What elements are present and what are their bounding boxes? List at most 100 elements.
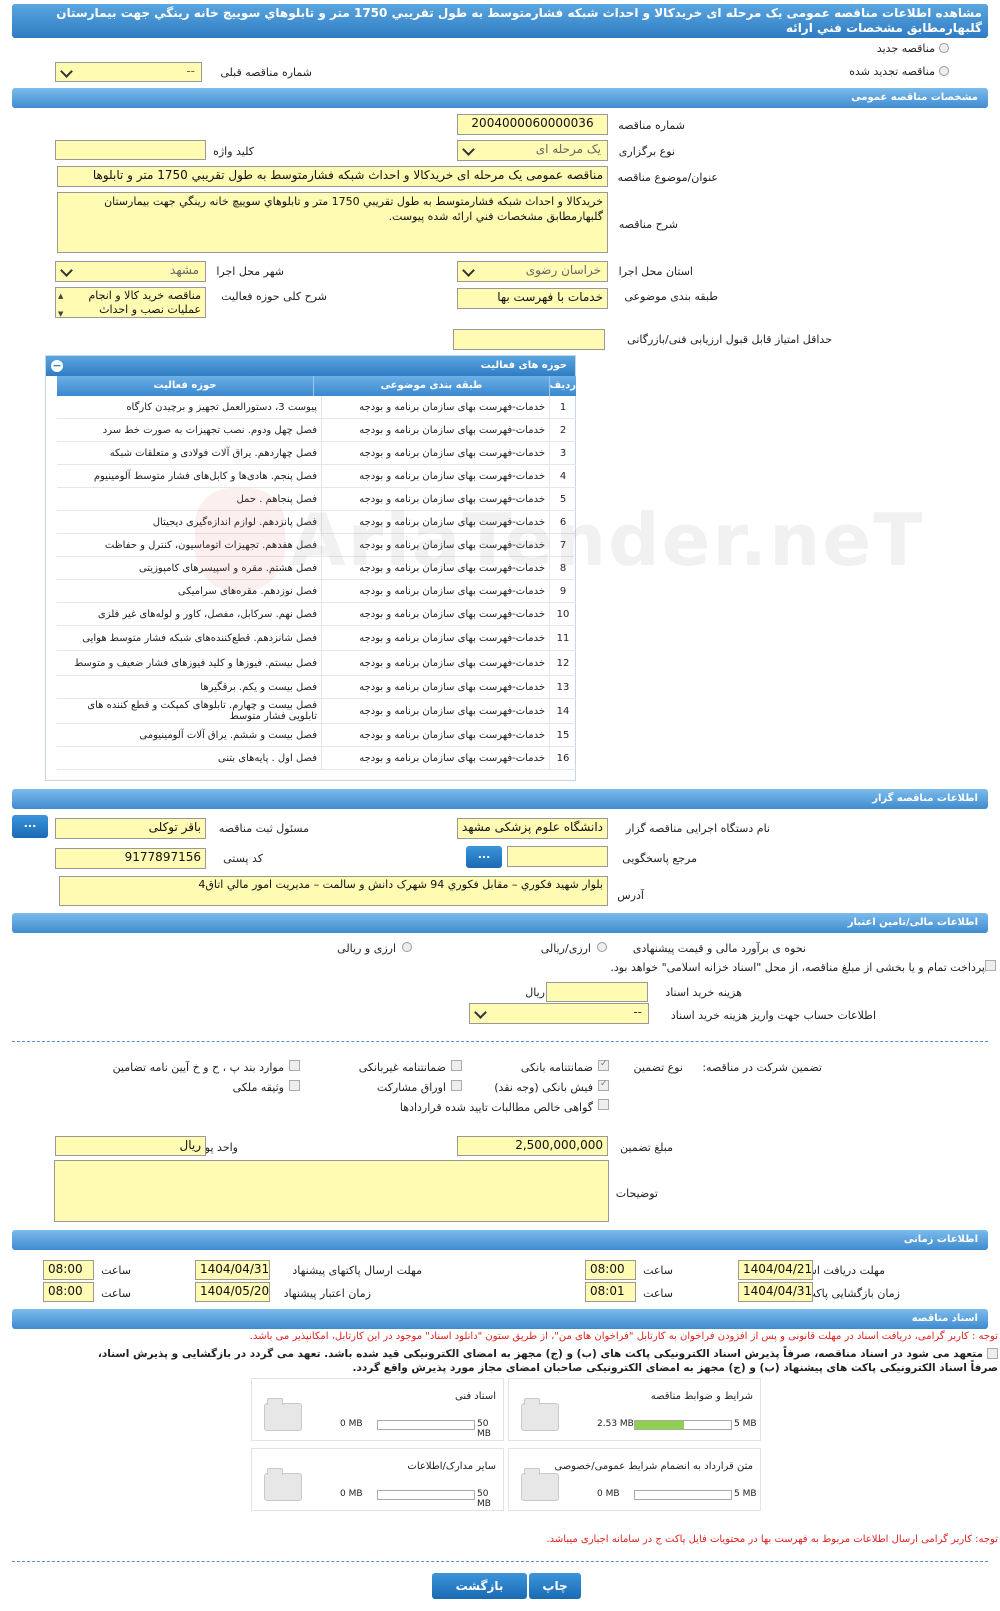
activity-cell: پیوست 3، دستورالعمل تجهیز و برچیدن کارگا…: [57, 396, 322, 419]
officer-field[interactable]: باقر توکلی: [55, 818, 206, 839]
folder-icon: [264, 1468, 302, 1501]
scroll-up-icon[interactable]: ▲: [58, 289, 63, 303]
prev-tender-select[interactable]: --: [55, 62, 202, 82]
g-bonds-label: اوراق مشارکت: [376, 1081, 446, 1094]
activity-scope-field[interactable]: مناقصه خرید کالا و انجام عملیات نصب و اح…: [55, 287, 206, 318]
activity-scope-label: شرح کلی حوزه فعالیت: [221, 290, 327, 303]
subject-field[interactable]: مناقصه عمومی یک مرحله ای خریدکالا و احدا…: [57, 166, 608, 187]
keyword-field[interactable]: [55, 140, 206, 160]
currency-field[interactable]: ریال: [55, 1136, 206, 1156]
file-max-size: 50 MB: [477, 1489, 491, 1509]
activity-cell: فصل چهاردهم. یراق آلات فولادی و متعلقات …: [57, 441, 322, 465]
section-organizer-title: اطلاعات مناقصه گزار: [872, 793, 978, 804]
opening-date[interactable]: 1404/04/31: [738, 1282, 813, 1302]
chevron-down-icon: [462, 264, 475, 277]
g-nonbank-checkbox[interactable]: [451, 1060, 462, 1071]
activity-cell: فصل بیستم. فیوزها و کلید فیوزهای فشار ضع…: [57, 650, 322, 676]
tender-number-field[interactable]: 2004000060000036: [457, 114, 608, 135]
account-label: اطلاعات حساب جهت واریز هزینه خرید اسناد: [670, 1009, 876, 1022]
receive-time[interactable]: 08:00: [585, 1260, 636, 1280]
commit-checkbox[interactable]: [987, 1348, 998, 1359]
file-tile-name: اسناد فنی: [455, 1391, 496, 1402]
activity-cell: فصل بیست و چهارم. تابلوهای کمپکت و قطع ک…: [57, 698, 322, 724]
account-value: --: [633, 1005, 642, 1019]
file-usage-bar: [377, 1490, 475, 1500]
g-rules-label: موارد بند پ ، ح و خ آیین نامه تضامین: [112, 1061, 284, 1074]
description-field[interactable]: خريدكالا و احداث شبكه فشارمتوسط به طول ت…: [57, 192, 608, 253]
activity-panel-title: حوزه های فعالیت: [480, 360, 567, 371]
validity-time[interactable]: 08:00: [43, 1282, 94, 1302]
rial-radio[interactable]: [597, 942, 607, 952]
chevron-down-icon: [462, 143, 475, 156]
account-select[interactable]: --: [469, 1003, 649, 1024]
doc-fee-field[interactable]: [546, 982, 648, 1002]
g-bonds-checkbox[interactable]: [451, 1080, 462, 1091]
table-row: 10 خدمات-فهرست بهای سازمان برنامه و بودجه…: [57, 602, 576, 626]
islamic-treasury-checkbox[interactable]: [985, 960, 996, 971]
table-row: 11 خدمات-فهرست بهای سازمان برنامه و بودجه…: [57, 625, 576, 651]
postal-code-field[interactable]: 9177897156: [55, 848, 206, 869]
send-time[interactable]: 08:00: [43, 1260, 94, 1280]
file-tile[interactable]: متن قرارداد به انضمام شرایط عمومی/خصوصی 0…: [508, 1448, 761, 1511]
keyword-label: کلید واژه: [213, 145, 254, 158]
officer-lookup-button[interactable]: ...: [12, 815, 48, 838]
back-button[interactable]: بازگشت: [432, 1573, 527, 1599]
g-bank-label: ضمانتنامه بانکی: [520, 1061, 593, 1074]
org-field[interactable]: دانشگاه علوم پزشکی مشهد: [457, 818, 608, 839]
g-bank-checkbox[interactable]: [598, 1059, 609, 1071]
address-field[interactable]: بلوار شهيد فكوري – مقابل فكوري 94 شهرک د…: [59, 876, 608, 906]
validity-time-label: ساعت: [101, 1287, 131, 1300]
new-tender-radio[interactable]: [939, 43, 949, 53]
postal-code-label: کد پستی: [223, 852, 263, 865]
notes-field[interactable]: [54, 1160, 609, 1222]
row-number-cell: 10: [549, 602, 576, 626]
scroll-down-icon[interactable]: ▼: [58, 307, 63, 317]
commit-text-1: متعهد می شود در اسناد مناقصه، صرفاً پذیر…: [97, 1348, 983, 1360]
category-cell: خدمات-فهرست بهای سازمان برنامه و بودجه: [321, 418, 550, 442]
validity-date[interactable]: 1404/05/20: [195, 1282, 270, 1302]
file-used-size: 0 MB: [340, 1419, 363, 1429]
prev-tender-value: --: [186, 64, 195, 78]
city-select[interactable]: مشهد: [55, 261, 206, 282]
page-title: مشاهده اطلاعات مناقصه عمومی یک مرحله ای …: [12, 4, 988, 38]
g-property-checkbox[interactable]: [289, 1080, 300, 1091]
table-row: 14 خدمات-فهرست بهای سازمان برنامه و بودجه…: [57, 698, 576, 724]
g-cheque-checkbox[interactable]: [598, 1079, 609, 1091]
rial-label: ارزی/ریالی: [540, 942, 591, 955]
receive-deadline-date[interactable]: 1404/04/21: [738, 1260, 813, 1280]
amount-field[interactable]: 2,500,000,000: [457, 1136, 608, 1156]
row-number-cell: 1: [549, 396, 576, 419]
min-score-field[interactable]: [453, 329, 605, 350]
activity-cell: فصل نهم. سرکابل، مفصل، کاور و لوله‌های غ…: [57, 602, 322, 626]
print-button[interactable]: چاپ: [529, 1573, 581, 1599]
file-tile[interactable]: سایر مدارک/اطلاعات 0 MB 50 MB: [251, 1448, 504, 1511]
activity-table: 1 خدمات-فهرست بهای سازمان برنامه و بودجه پ…: [57, 396, 576, 770]
tender-type-select[interactable]: یک مرحله ای: [457, 140, 608, 161]
g-rules-checkbox[interactable]: [289, 1060, 300, 1071]
section-timing-title: اطلاعات زمانی: [903, 1234, 978, 1245]
row-number-cell: 14: [549, 698, 576, 724]
g-claims-checkbox[interactable]: [598, 1099, 609, 1110]
city-value: مشهد: [170, 263, 199, 277]
send-deadline-date[interactable]: 1404/04/31: [195, 1260, 270, 1280]
file-tile[interactable]: شرایط و ضوابط مناقصه 2.53 MB 5 MB: [508, 1378, 761, 1441]
category-cell: خدمات-فهرست بهای سازمان برنامه و بودجه: [321, 579, 550, 603]
province-select[interactable]: خراسان رضوی: [457, 261, 608, 282]
table-row: 1 خدمات-فهرست بهای سازمان برنامه و بودجه پ…: [57, 396, 576, 419]
description-label: شرح مناقصه: [618, 218, 678, 231]
table-row: 13 خدمات-فهرست بهای سازمان برنامه و بودجه…: [57, 675, 576, 699]
province-value: خراسان رضوی: [525, 263, 601, 277]
category-cell: خدمات-فهرست بهای سازمان برنامه و بودجه: [321, 602, 550, 626]
file-used-size: 0 MB: [340, 1489, 363, 1499]
file-tile[interactable]: اسناد فنی 0 MB 50 MB: [251, 1378, 504, 1441]
reference-field[interactable]: [507, 846, 608, 867]
subject-label: عنوان/موضوع مناقصه: [617, 171, 718, 184]
category-field[interactable]: خدمات با فهرست بها: [457, 288, 608, 309]
opening-time[interactable]: 08:01: [585, 1282, 636, 1302]
activity-table-body: 1 خدمات-فهرست بهای سازمان برنامه و بودجه پ…: [57, 396, 576, 770]
reference-lookup-button[interactable]: ...: [466, 846, 502, 868]
collapse-icon[interactable]: −: [51, 360, 63, 372]
renewed-tender-radio[interactable]: [939, 66, 949, 76]
fx-rial-radio[interactable]: [402, 942, 412, 952]
folder-icon: [521, 1398, 559, 1431]
